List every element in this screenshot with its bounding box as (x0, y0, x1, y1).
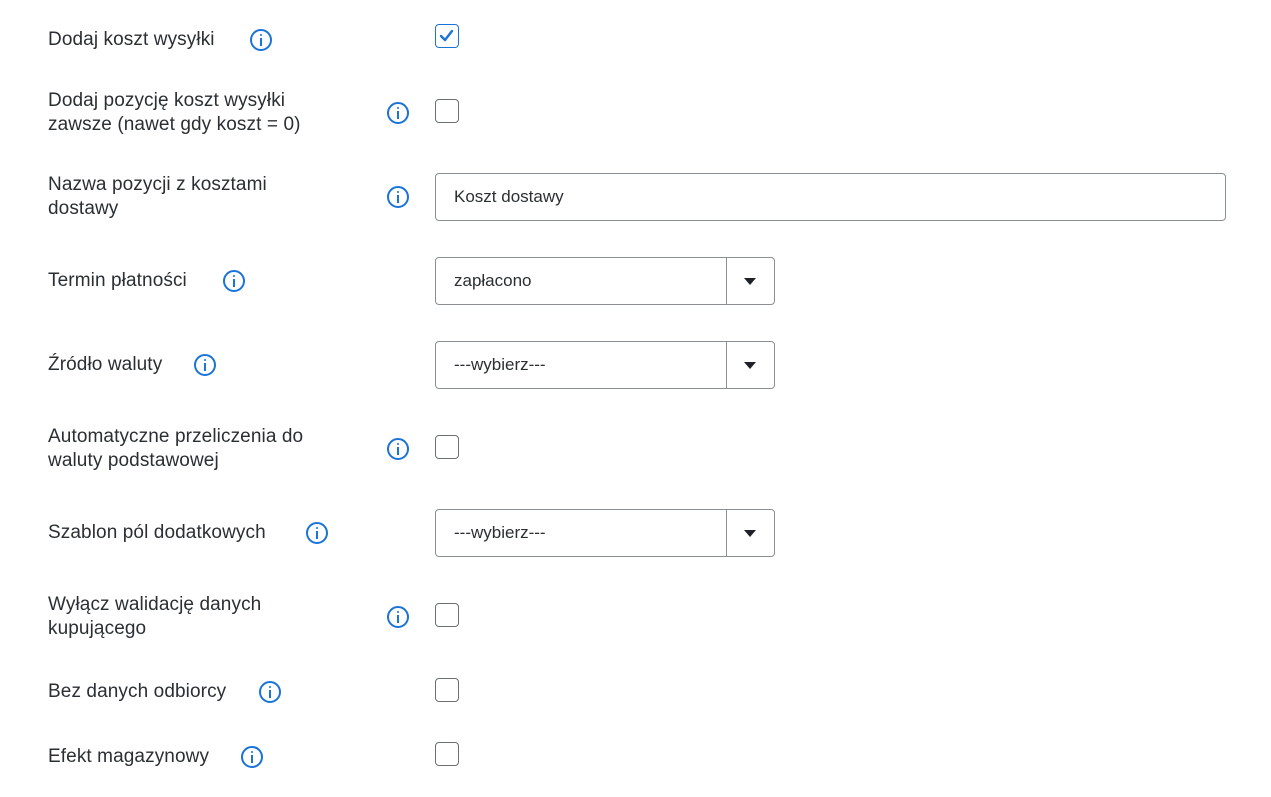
caret-down-icon (744, 278, 756, 285)
szablon-pol-select[interactable]: ---wybierz--- (435, 509, 775, 557)
form-row-szablon-pol: Szablon pól dodatkowych ---wybierz--- (48, 509, 1271, 557)
row-label: Bez danych odbiorcy (48, 681, 227, 702)
row-label: Termin płatności (48, 270, 187, 291)
info-icon[interactable] (387, 186, 409, 208)
form-row-dodaj-pozycje: Dodaj pozycję koszt wysyłki zawsze (nawe… (48, 89, 1271, 139)
termin-platnosci-select[interactable]: zapłacono (435, 257, 775, 305)
row-label-line1: Automatyczne przeliczenia do (48, 426, 304, 447)
row-label-line1: Nazwa pozycji z kosztami (48, 174, 267, 195)
form-row-termin-platnosci: Termin płatności zapłacono (48, 257, 1271, 305)
row-label: Szablon pól dodatkowych (48, 522, 266, 543)
dodaj-pozycje-checkbox[interactable] (435, 99, 459, 123)
select-value: ---wybierz--- (454, 355, 546, 374)
automatyczne-przeliczenia-checkbox[interactable] (435, 435, 459, 459)
info-icon[interactable] (223, 270, 245, 292)
form-row-efekt-magazynowy: Efekt magazynowy (48, 742, 1271, 771)
wylacz-walidacje-checkbox[interactable] (435, 603, 459, 627)
dropdown-toggle[interactable] (726, 258, 774, 304)
row-label-line2: kupującego (48, 618, 147, 639)
info-icon[interactable] (194, 354, 216, 376)
row-label-line2: dostawy (48, 198, 119, 219)
select-value: zapłacono (454, 271, 532, 290)
row-label-line1: Wyłącz walidację danych (48, 594, 262, 615)
row-label: Dodaj koszt wysyłki (48, 29, 215, 50)
row-label-line2: waluty podstawowej (48, 450, 219, 471)
select-value: ---wybierz--- (454, 523, 546, 542)
form-row-dodaj-koszt-wysylki: Dodaj koszt wysyłki (48, 24, 1271, 54)
bez-danych-odbiorcy-checkbox[interactable] (435, 678, 459, 702)
info-icon[interactable] (387, 102, 409, 124)
info-icon[interactable] (306, 522, 328, 544)
form-row-nazwa-pozycji: Nazwa pozycji z kosztami dostawy (48, 173, 1271, 223)
form-row-wylacz-walidacje: Wyłącz walidację danych kupującego (48, 593, 1271, 643)
info-icon[interactable] (241, 746, 263, 768)
row-label: Źródło waluty (48, 354, 163, 375)
info-icon[interactable] (250, 29, 272, 51)
dropdown-toggle[interactable] (726, 510, 774, 556)
form-row-zrodlo-waluty: Źródło waluty ---wybierz--- (48, 341, 1271, 389)
nazwa-pozycji-input[interactable] (435, 173, 1226, 221)
row-label-line2: zawsze (nawet gdy koszt = 0) (48, 114, 301, 135)
info-icon[interactable] (387, 438, 409, 460)
row-label: Efekt magazynowy (48, 746, 210, 767)
info-icon[interactable] (259, 681, 281, 703)
form-row-bez-danych-odbiorcy: Bez danych odbiorcy (48, 678, 1271, 706)
caret-down-icon (744, 362, 756, 369)
form-row-automatyczne-przeliczenia: Automatyczne przeliczenia do waluty pods… (48, 425, 1271, 475)
dodaj-koszt-wysylki-checkbox[interactable] (435, 24, 459, 48)
row-label-line1: Dodaj pozycję koszt wysyłki (48, 90, 286, 111)
info-icon[interactable] (387, 606, 409, 628)
dropdown-toggle[interactable] (726, 342, 774, 388)
zrodlo-waluty-select[interactable]: ---wybierz--- (435, 341, 775, 389)
efekt-magazynowy-checkbox[interactable] (435, 742, 459, 766)
caret-down-icon (744, 530, 756, 537)
check-icon (439, 29, 454, 42)
